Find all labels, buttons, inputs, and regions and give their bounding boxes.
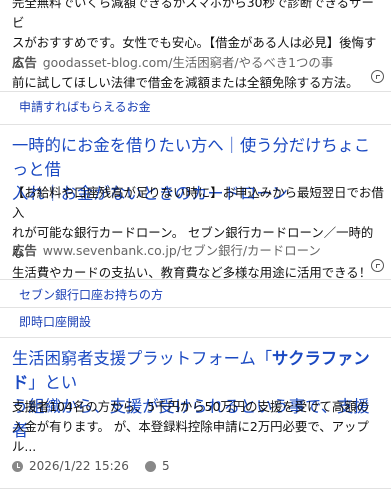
ad2-meta: 広告 www.sevenbank.co.jp/セブン銀行/カードローン — [12, 242, 377, 260]
ad1-url[interactable]: goodasset-blog.com/生活困窮者/やるべき1つの事 — [43, 55, 333, 70]
ad1-desc-line: 前に試してほしい法律で借金を減額または全額免除する方法。 — [12, 75, 359, 90]
comment-count[interactable]: 5 — [162, 458, 170, 474]
title-text: 」とい — [28, 373, 78, 392]
ad2-description: 【お給料や口座残高が足りない時に】お申込みから最短翌日でお借入 れが可能な銀行カ… — [12, 183, 384, 283]
ad-label: 広告 — [12, 243, 37, 258]
divider — [0, 279, 391, 280]
article-desc-line: ル... — [12, 439, 37, 454]
ad2-sitelink[interactable]: 即時口座開設 — [19, 314, 91, 330]
divider — [0, 488, 391, 489]
article-title-line: 生活困窮者支援プラットフォーム「サクラファンド」とい — [12, 347, 384, 395]
divider — [0, 307, 391, 308]
divider — [0, 91, 391, 92]
ad2-sitelink[interactable]: セブン銀行口座お持ちの方 — [19, 287, 163, 303]
clock-icon — [12, 460, 23, 472]
comment-icon — [144, 460, 156, 472]
article-snippet: 支援者104名の方から、5千円から50万円の支援を受けて高額の 入金が有ります。… — [12, 397, 384, 457]
article-footer: 2026/1/22 15:26 5 — [12, 458, 170, 474]
divider — [0, 337, 391, 338]
timestamp: 2026/1/22 15:26 — [29, 459, 129, 473]
ad-info-icon[interactable] — [371, 70, 384, 83]
title-text: 生活困窮者支援プラットフォーム「 — [12, 349, 273, 368]
ad1-desc-line: 完全無料でいくら減額できるかスマホから30秒で診断できるサービ — [12, 0, 374, 30]
ad1-meta: 広告 goodasset-blog.com/生活困窮者/やるべき1つの事 — [12, 54, 377, 72]
ad2-desc-line: 【お給料や口座残高が足りない時に】お申込みから最短翌日でお借入 — [12, 185, 384, 220]
divider — [0, 124, 391, 125]
ad-info-icon[interactable] — [371, 259, 384, 272]
ad2-title-line: 一時的にお金を借りたい方へ｜使う分だけちょこっと借 — [12, 136, 371, 179]
ad1-description: 完全無料でいくら減額できるかスマホから30秒で診断できるサービ スがおすすめです… — [12, 0, 384, 93]
article-desc-line: 入金が有ります。 が、本登録料控除申請に2万円必要で、アップ — [12, 419, 369, 434]
ad2-url[interactable]: www.sevenbank.co.jp/セブン銀行/カードローン — [43, 243, 321, 258]
article-desc-line: 支援者104名の方から、5千円から50万円の支援を受けて高額の — [12, 399, 370, 414]
ad1-sitelink[interactable]: 申請すればもらえるお金 — [19, 99, 151, 115]
ad2-desc-line: 生活費やカードの支払い、教育費など多様な用途に活用できる！ — [12, 265, 372, 280]
ad-label: 広告 — [12, 55, 37, 70]
